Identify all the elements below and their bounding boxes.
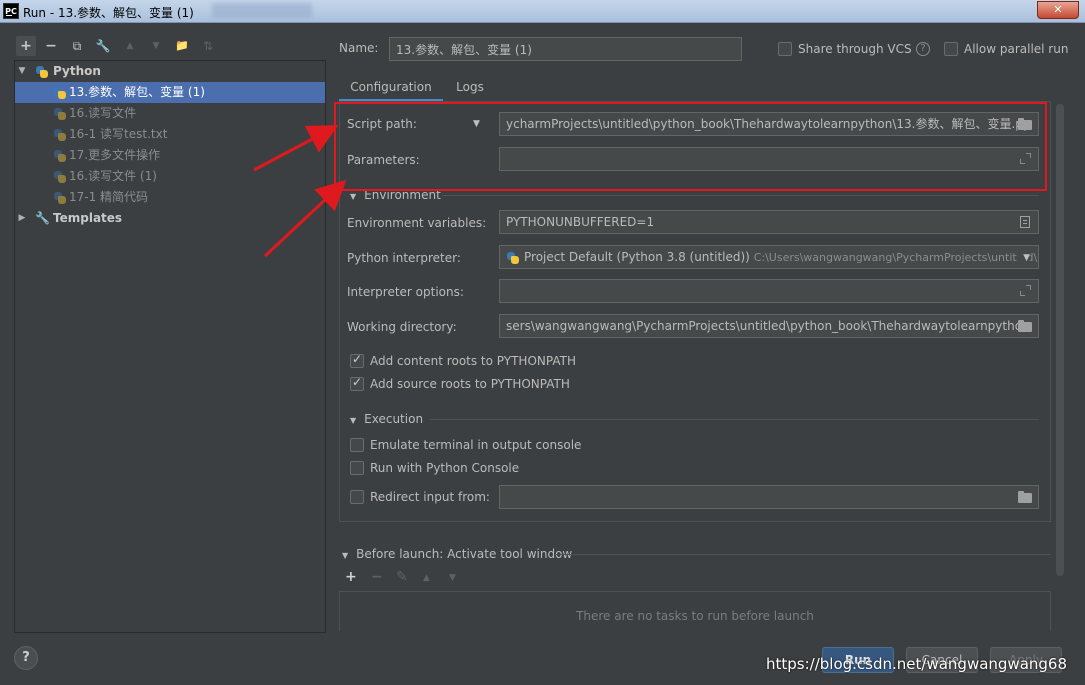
remove-task-button[interactable]: − [371,569,383,585]
section-divider [556,554,1051,555]
add-task-button[interactable]: + [345,569,357,585]
move-up-icon[interactable]: ▲ [423,573,430,583]
before-launch-empty-text: There are no tasks to run before launch [576,609,814,623]
annotation-arrow [263,179,347,258]
edit-task-icon[interactable]: ✎ [396,569,408,585]
before-launch-header[interactable]: ▼ Before launch: Activate tool window [342,547,572,561]
annotation-arrows [253,125,347,258]
before-launch-title: Before launch: Activate tool window [356,547,573,561]
vertical-scrollbar[interactable] [1056,104,1064,576]
collapse-triangle-icon[interactable]: ▼ [342,551,348,560]
annotation-arrow [253,125,339,172]
watermark-text: https://blog.csdn.net/wangwangwang68 [766,655,1068,673]
move-down-icon[interactable]: ▼ [449,573,456,583]
help-button[interactable]: ? [14,646,38,670]
